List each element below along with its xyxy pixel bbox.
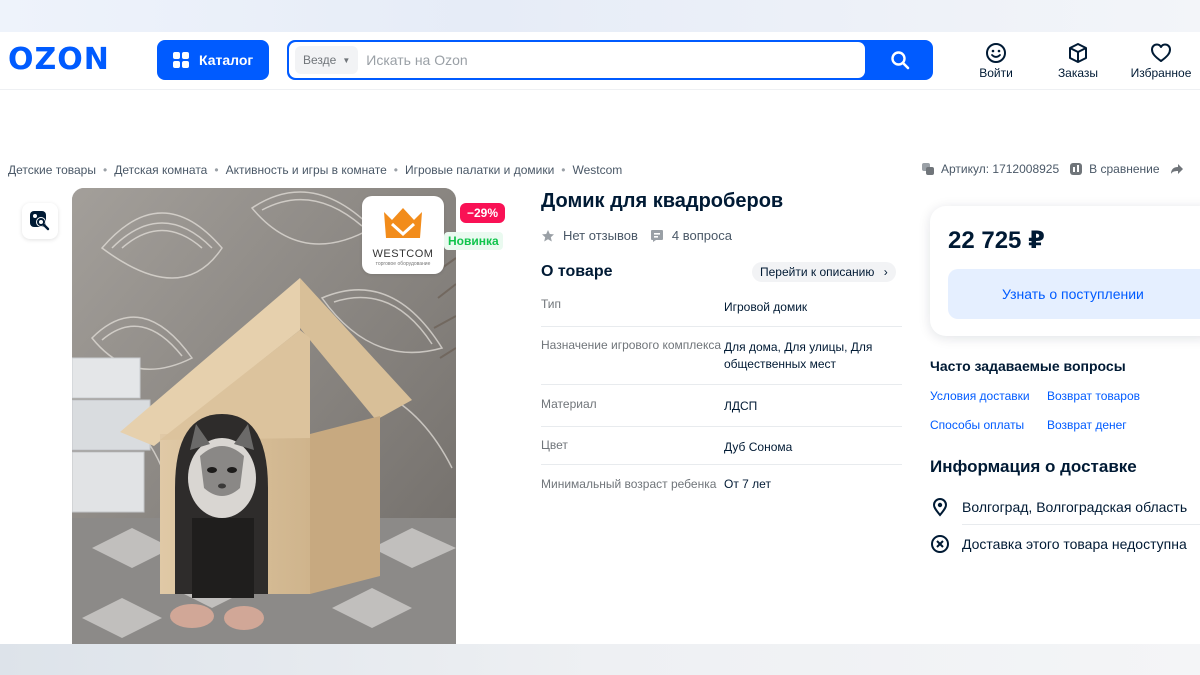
login-action[interactable]: Войти: [961, 42, 1031, 80]
spec-row: Назначение игрового комплекса Для дома, …: [541, 327, 902, 385]
ozon-logo[interactable]: OZON: [8, 42, 110, 77]
catalog-button-label: Каталог: [199, 52, 254, 68]
breadcrumb: Детские товары • Детская комната • Актив…: [8, 163, 622, 177]
delivery-location[interactable]: Волгоград, Волгоградская область: [930, 497, 1187, 517]
rating-row: Нет отзывов 4 вопроса: [541, 228, 744, 243]
questions-link[interactable]: 4 вопроса: [650, 228, 732, 243]
breadcrumb-item[interactable]: Детская комната: [114, 163, 207, 177]
orders-action[interactable]: Заказы: [1043, 42, 1113, 80]
faq-link-refunds[interactable]: Возврат денег: [1047, 418, 1127, 432]
box-icon: [1069, 43, 1087, 63]
compare-icon: [1070, 163, 1083, 175]
catalog-grid-icon: [173, 52, 189, 68]
breadcrumb-separator: •: [102, 163, 108, 177]
heart-icon: [1151, 43, 1171, 62]
compare-label: В сравнение: [1089, 162, 1160, 176]
chevron-down-icon: ▼: [342, 55, 351, 65]
spec-row: Материал ЛДСП: [541, 385, 902, 427]
spec-key: Тип: [541, 297, 562, 311]
favorites-action[interactable]: Избранное: [1126, 42, 1196, 80]
brand-badge[interactable]: WESTCOM торговое оборудование: [362, 196, 444, 274]
share-button[interactable]: [1170, 162, 1190, 176]
product-title: Домик для квадроберов: [541, 190, 784, 212]
questions-label: 4 вопроса: [671, 228, 732, 243]
breadcrumb-separator: •: [561, 163, 566, 177]
search-icon: [891, 51, 910, 70]
spec-key: Материал: [541, 397, 597, 411]
star-icon: [542, 229, 554, 241]
spec-row: Цвет Дуб Сонома: [541, 427, 902, 465]
unavailable-icon: [931, 535, 949, 553]
delivery-status-label: Доставка этого товара недоступна: [962, 536, 1187, 552]
reviews-label: Нет отзывов: [563, 228, 638, 243]
bottom-strip: [0, 644, 1200, 675]
question-bubble-icon: [650, 229, 663, 242]
chevron-right-icon: ›: [883, 265, 888, 279]
brand-name: WESTCOM: [372, 248, 434, 260]
search-input[interactable]: [366, 52, 847, 68]
spec-value: Игровой домик: [724, 300, 808, 314]
brand-subtitle: торговое оборудование: [375, 261, 431, 267]
breadcrumb-item[interactable]: Детские товары: [8, 163, 96, 177]
spec-row: Минимальный возраст ребенка От 7 лет: [541, 465, 902, 515]
catalog-button[interactable]: Каталог: [157, 40, 269, 80]
orders-label: Заказы: [1057, 66, 1099, 80]
spec-value: Дуб Сонома: [724, 440, 793, 454]
article-label: Артикул: 1712008925: [941, 162, 1060, 176]
discount-badge: −29%: [460, 203, 506, 223]
product-meta: Артикул: 1712008925 В сравнение: [921, 162, 1200, 176]
article-number[interactable]: Артикул: 1712008925: [921, 162, 1059, 176]
image-search-icon: [30, 211, 50, 231]
breadcrumb-item[interactable]: Игровые палатки и домики: [405, 163, 554, 177]
breadcrumb-separator: •: [214, 163, 219, 177]
notify-arrival-button[interactable]: Узнать о поступлении: [948, 269, 1200, 319]
spec-key: Назначение игрового комплекса: [541, 338, 722, 352]
search-field-wrap: Везде ▼: [289, 42, 865, 78]
breadcrumb-item[interactable]: Активность и игры в комнате: [226, 163, 387, 177]
smile-icon: [986, 43, 1006, 63]
search-button[interactable]: [867, 40, 933, 80]
search-bar: Везде ▼: [287, 40, 933, 80]
browser-top-strip: [0, 0, 1200, 32]
search-scope-select[interactable]: Везде ▼: [295, 46, 359, 74]
location-pin-icon: [932, 498, 948, 517]
reviews-link[interactable]: Нет отзывов: [541, 228, 638, 243]
breadcrumb-item[interactable]: Westcom: [573, 163, 623, 177]
goto-description-button[interactable]: Перейти к описанию ›: [752, 262, 896, 282]
faq-link-delivery-terms[interactable]: Условия доставки: [930, 389, 1030, 403]
delivery-info-heading: Информация о доставке: [930, 457, 1137, 476]
new-badge: Новинка: [444, 232, 503, 250]
image-search-button[interactable]: [22, 203, 58, 239]
about-product-heading: О товаре: [541, 263, 613, 280]
spec-key: Минимальный возраст ребенка: [541, 477, 717, 491]
compare-button[interactable]: В сравнение: [1069, 162, 1160, 176]
faq-link-returns[interactable]: Возврат товаров: [1047, 389, 1140, 403]
faq-link-payment-methods[interactable]: Способы оплаты: [930, 418, 1024, 432]
crown-logo-icon: [384, 208, 422, 238]
login-label: Войти: [979, 66, 1013, 80]
delivery-location-label: Волгоград, Волгоградская область: [962, 499, 1188, 515]
specs-table: Тип Игровой домик Назначение игрового ко…: [541, 287, 902, 515]
spec-value: От 7 лет: [724, 477, 771, 491]
copy-icon: [922, 163, 934, 175]
breadcrumb-separator: •: [393, 163, 398, 177]
product-price: 22 725 ₽: [948, 227, 1045, 254]
search-scope-label: Везде: [303, 53, 337, 67]
spec-value: Для дома, Для улицы, Для общественных ме…: [724, 340, 873, 371]
site-header: OZON Каталог Везде ▼ Войти Заказы Избран…: [0, 32, 1200, 90]
spec-row: Тип Игровой домик: [541, 287, 902, 327]
divider: [962, 524, 1200, 525]
buy-box: 22 725 ₽ Узнать о поступлении: [930, 206, 1200, 336]
goto-description-label: Перейти к описанию: [760, 265, 875, 279]
spec-value: ЛДСП: [724, 399, 758, 413]
share-icon: [1170, 164, 1183, 174]
delivery-status: Доставка этого товара недоступна: [930, 534, 1187, 554]
faq-heading: Часто задаваемые вопросы: [930, 358, 1126, 374]
spec-key: Цвет: [541, 438, 568, 452]
favorites-label: Избранное: [1130, 66, 1192, 80]
